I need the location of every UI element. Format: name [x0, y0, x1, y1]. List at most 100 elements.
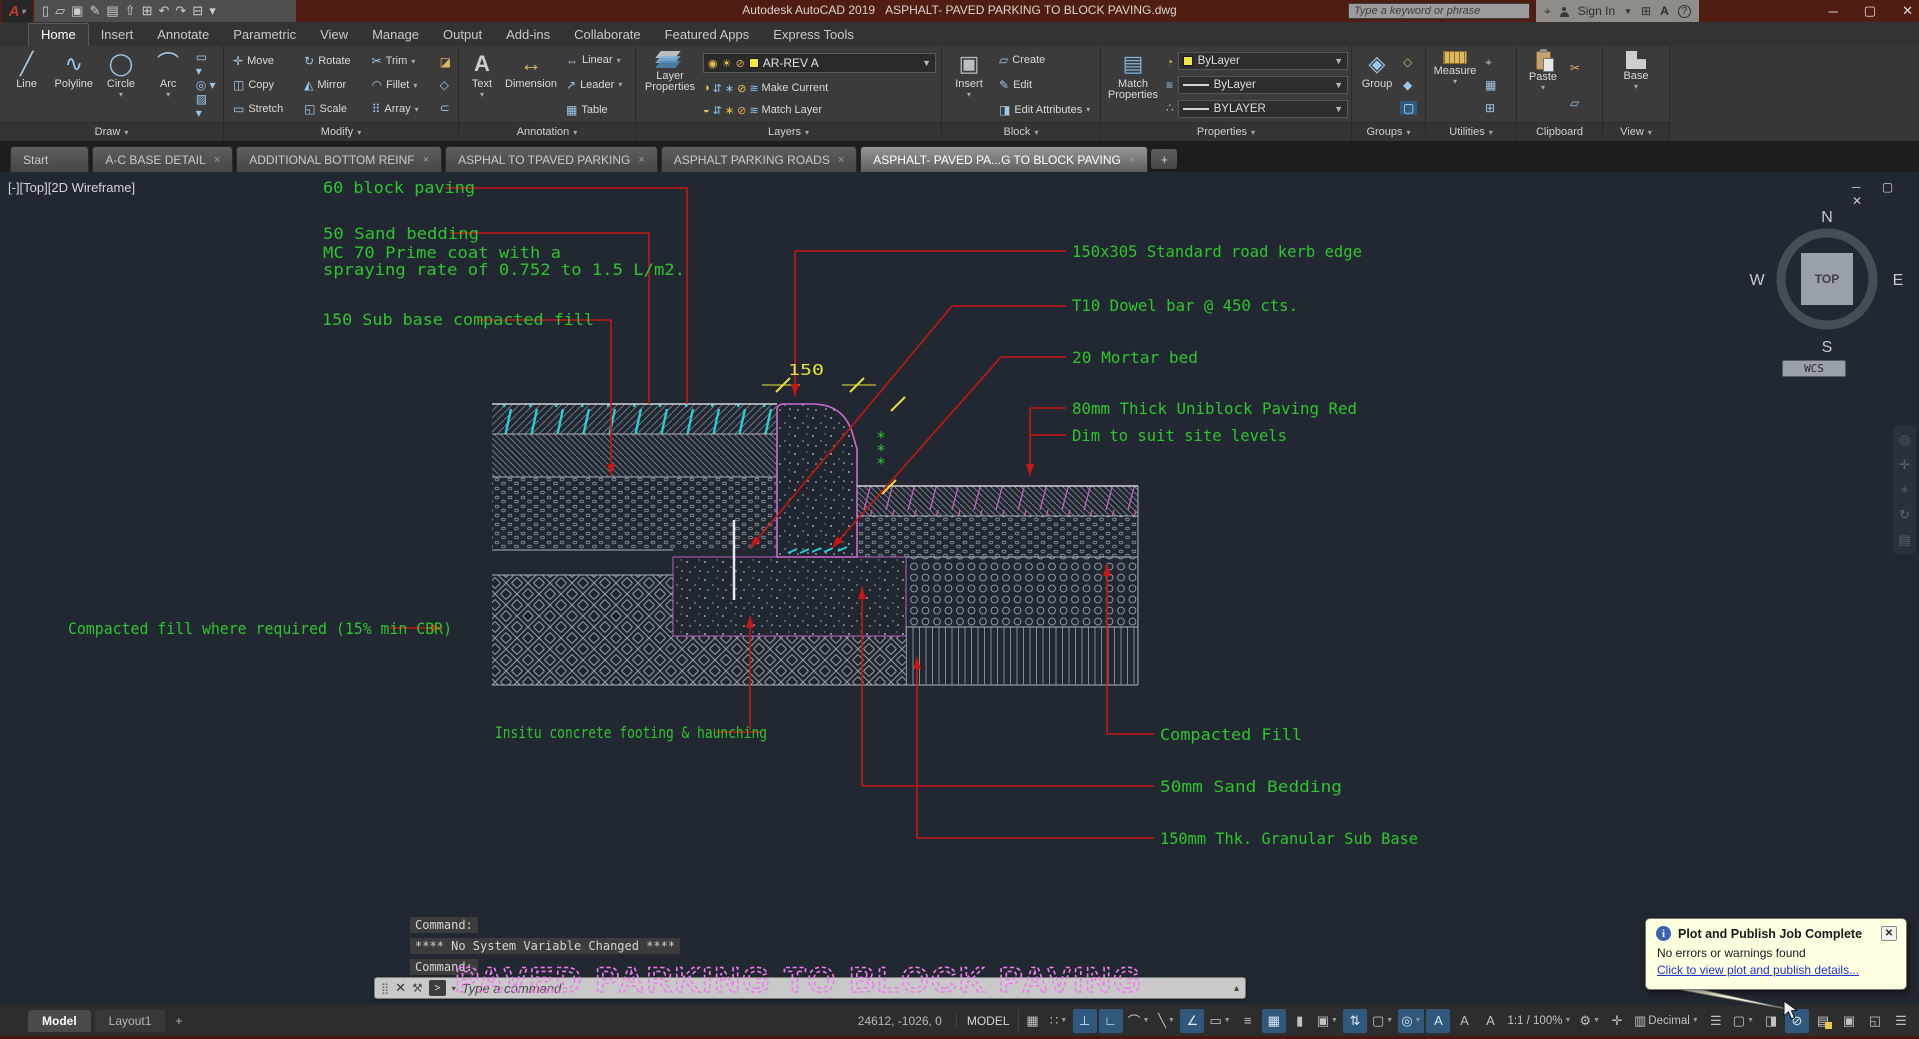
- object-snap-toggle[interactable]: ▭▼: [1206, 1009, 1233, 1033]
- move-button[interactable]: ✛Move: [229, 49, 298, 73]
- ribbon-tab-parametric[interactable]: Parametric: [221, 24, 308, 46]
- ellipse-icon[interactable]: ◎ ▾: [193, 78, 219, 92]
- linetype-list-icon[interactable]: ∴: [1163, 101, 1177, 115]
- model-space-toggle[interactable]: MODEL: [959, 1010, 1019, 1032]
- quick-select-icon[interactable]: ⌖: [1482, 55, 1499, 69]
- notification-close-button[interactable]: ✕: [1881, 926, 1897, 941]
- cut-icon[interactable]: ✂: [1567, 61, 1583, 75]
- annotation-scale-sync-toggle[interactable]: A: [1478, 1009, 1502, 1033]
- isometric-drafting-toggle[interactable]: ╲▼: [1154, 1009, 1178, 1033]
- layout1-tab[interactable]: Layout1: [95, 1010, 166, 1032]
- model-tab[interactable]: Model: [28, 1010, 91, 1032]
- properties-panel-label[interactable]: Properties▾: [1101, 122, 1351, 141]
- ribbon-tab-output[interactable]: Output: [431, 24, 494, 46]
- close-tab-icon[interactable]: ×: [1129, 154, 1135, 166]
- file-tab-asphal-to-tpaved-parking[interactable]: ASPHAL TO TPAVED PARKING×: [445, 146, 658, 172]
- command-bar[interactable]: ⣿ ✕ ⚒ > ▾ Type a command ▴: [374, 977, 1246, 999]
- ribbon-tab-view[interactable]: View: [308, 24, 360, 46]
- new-layout-button[interactable]: +: [169, 1014, 188, 1028]
- viewport-controls[interactable]: [-][Top][2D Wireframe]: [8, 180, 135, 195]
- rectangle-icon[interactable]: ▭ ▾: [193, 50, 219, 78]
- help-search-input[interactable]: Type a keyword or phrase: [1348, 3, 1530, 19]
- new-drawing-tab-button[interactable]: +: [1151, 149, 1177, 169]
- quick-calc-icon[interactable]: ▦: [1482, 78, 1499, 92]
- circle-button[interactable]: ◯ Circle▾: [97, 48, 144, 122]
- object-snap-tracking-toggle[interactable]: ∠: [1180, 1009, 1204, 1033]
- file-tab-additional-bottom-reinf[interactable]: ADDITIONAL BOTTOM REINF×: [236, 146, 442, 172]
- file-tab-a-c-base-detail[interactable]: A-C BASE DETAIL×: [92, 146, 233, 172]
- customization-toggle[interactable]: ☰: [1889, 1009, 1913, 1033]
- command-input[interactable]: Type a command: [462, 981, 1228, 996]
- workspace-switching-toggle[interactable]: ⚙▼: [1576, 1009, 1603, 1033]
- close-tab-icon[interactable]: ×: [638, 154, 644, 166]
- text-button[interactable]: A Text▾: [462, 48, 502, 122]
- erase-icon[interactable]: ◪: [437, 55, 454, 69]
- groups-panel-label[interactable]: Groups▾: [1352, 122, 1425, 141]
- annotation-scale-toggle[interactable]: 1:1 / 100%▼: [1504, 1009, 1574, 1033]
- chevron-down-icon[interactable]: ▼: [1624, 7, 1632, 16]
- ungroup-icon[interactable]: ◇: [1400, 55, 1417, 69]
- search-icon[interactable]: ⌖: [1544, 4, 1551, 19]
- notification-link[interactable]: Click to view plot and publish details..…: [1657, 963, 1897, 977]
- scale-button[interactable]: ◱Scale: [300, 97, 365, 121]
- ribbon-tab-manage[interactable]: Manage: [360, 24, 431, 46]
- layer-select[interactable]: ◉ ☀ ⊘ AR-REV A ▼: [703, 53, 936, 73]
- file-tab-asphalt-parking-roads[interactable]: ASPHALT PARKING ROADS×: [661, 146, 857, 172]
- rotate-button[interactable]: ↻Rotate: [300, 49, 365, 73]
- color-wheel-icon[interactable]: ◔: [1163, 55, 1177, 69]
- object-color-select[interactable]: ByLayer▼: [1178, 52, 1348, 70]
- ribbon-tab-featured-apps[interactable]: Featured Apps: [653, 24, 762, 46]
- lineweight-list-icon[interactable]: ≡: [1163, 78, 1177, 92]
- edit-button[interactable]: ✎Edit: [995, 78, 1094, 92]
- offset-icon[interactable]: ⊂: [437, 101, 454, 115]
- close-button[interactable]: ✕: [1902, 3, 1913, 19]
- edit-attributes-button[interactable]: ◨Edit Attributes▾: [995, 103, 1094, 117]
- trim-button[interactable]: ✂Trim▾: [368, 49, 434, 73]
- grid-toggle[interactable]: ▦: [1021, 1009, 1045, 1033]
- fullscreen-toggle[interactable]: ◱: [1863, 1009, 1887, 1033]
- 3d-object-snap-toggle[interactable]: ▣▼: [1314, 1009, 1341, 1033]
- insert-button[interactable]: ▣ Insert▾: [945, 48, 993, 122]
- infer-constraints-toggle[interactable]: ⊥: [1073, 1009, 1097, 1033]
- utilities-panel-label[interactable]: Utilities▾: [1426, 122, 1516, 141]
- array-button[interactable]: ⠿Array▾: [368, 97, 434, 121]
- ortho-mode-toggle[interactable]: ∟: [1099, 1009, 1123, 1033]
- table-button[interactable]: ▦Table: [562, 103, 626, 117]
- polar-tracking-toggle[interactable]: ⌒▼: [1125, 1009, 1153, 1033]
- copy-clip-icon[interactable]: ▱: [1567, 96, 1583, 110]
- copy-button[interactable]: ◫Copy: [229, 73, 298, 97]
- autodesk-icon[interactable]: A: [1660, 4, 1669, 18]
- group-selection-icon[interactable]: ▢: [1400, 101, 1417, 115]
- close-tab-icon[interactable]: ×: [423, 154, 429, 166]
- zoom-icon[interactable]: ⌖: [1901, 483, 1908, 496]
- dimension-button[interactable]: ↔ Dimension: [502, 48, 560, 122]
- annotation-monitor-toggle[interactable]: ✛: [1605, 1009, 1629, 1033]
- app-store-icon[interactable]: ⊞: [1641, 4, 1651, 18]
- ribbon-tab-annotate[interactable]: Annotate: [145, 24, 221, 46]
- measure-button[interactable]: Measure▾: [1429, 48, 1481, 122]
- linetype-select[interactable]: BYLAYER▼: [1178, 100, 1348, 118]
- ribbon-tab-add-ins[interactable]: Add-ins: [494, 24, 562, 46]
- stretch-button[interactable]: ▭Stretch: [229, 97, 298, 121]
- command-prompt-icon[interactable]: >: [429, 980, 446, 996]
- paste-button[interactable]: Paste▾: [1520, 48, 1566, 122]
- ribbon-tab-insert[interactable]: Insert: [89, 24, 146, 46]
- lineweight-toggle[interactable]: ≡: [1236, 1009, 1260, 1033]
- mirror-button[interactable]: ◭Mirror: [300, 73, 365, 97]
- wcs-badge[interactable]: WCS: [1782, 360, 1846, 377]
- modify-panel-label[interactable]: Modify▾: [224, 122, 458, 141]
- close-tab-icon[interactable]: ×: [838, 154, 844, 166]
- file-tab-asphalt-paved-pa-g-to-block-paving[interactable]: ASPHALT- PAVED PA...G TO BLOCK PAVING×: [860, 146, 1148, 172]
- help-icon[interactable]: ?: [1678, 5, 1691, 18]
- model-space-canvas[interactable]: [0, 172, 1919, 1005]
- clean-screen-toggle[interactable]: ▣: [1837, 1009, 1861, 1033]
- group-button[interactable]: ◈ Group: [1355, 48, 1399, 122]
- hatch-icon[interactable]: ▨ ▾: [193, 92, 219, 120]
- point-style-icon[interactable]: ⊞: [1482, 101, 1499, 115]
- command-close-icon[interactable]: ✕: [395, 980, 406, 996]
- polyline-button[interactable]: ∿ Polyline: [50, 48, 97, 122]
- draw-panel-label[interactable]: Draw▾: [0, 122, 223, 141]
- match-layer-row[interactable]: ◒⇵ ∗⊘ ≋ Match Layer: [703, 104, 936, 117]
- selection-cycling-toggle[interactable]: ▮: [1288, 1009, 1312, 1033]
- lineweight-select[interactable]: ByLayer▼: [1178, 76, 1348, 94]
